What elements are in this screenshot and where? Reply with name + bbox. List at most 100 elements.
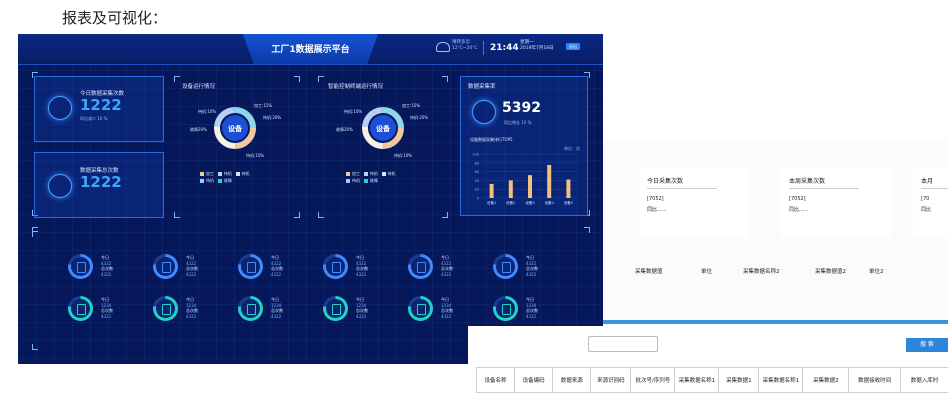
donut-legend: 加工 待机 待机 [200, 171, 250, 177]
y-tick-label: 20 [475, 188, 479, 192]
gauge-ring [493, 296, 518, 321]
collect-rate-compare: 同比增长 10 % [504, 120, 532, 125]
device-icon [502, 304, 511, 315]
device-icon [417, 304, 426, 315]
gauge-ring [68, 254, 93, 279]
donut-center-label: 设备 [228, 124, 243, 133]
bar [489, 183, 494, 198]
web-table-screenshot: 搜 索 设备名称 设备编码 数据来源 来源识别码 批次号/序列号 采集数据名称1 采集数据1… [468, 326, 948, 407]
weather-info: 晴转多云 12℃~20℃ [452, 40, 478, 51]
panel-title: 设备运行情况 [182, 84, 216, 90]
column-label: 采集数据值 [635, 269, 663, 275]
y-tick-label: 0 [477, 197, 479, 201]
table-header-cell: 批次号/序列号 [631, 368, 676, 392]
gauge-ring [408, 296, 433, 321]
x-tick-label: 设备5 [564, 200, 573, 205]
bar [566, 179, 571, 198]
device-icon [247, 304, 256, 315]
bar [508, 180, 513, 198]
top5-bar-chart: 100 80 60 40 20 0 设备1 设备2 设备3 设备4 设备5 [472, 153, 578, 205]
gauge-ring [238, 296, 263, 321]
stat-card: 本月 [70 同比 [913, 168, 948, 238]
donut-label: 加工:15% [254, 103, 273, 108]
date-info: 星期一 2019年7月18日 [520, 40, 554, 51]
gauge-info: 今日 4322 总次数 4322 [526, 255, 538, 277]
column-label: 单位 [701, 269, 713, 275]
column-label: 单位2 [869, 269, 884, 275]
collect-rate-value: 5392 [502, 100, 541, 116]
gauge-info: 今日 4322 总次数 4322 [356, 255, 368, 277]
gauge-ring [493, 254, 518, 279]
search-input[interactable] [588, 336, 658, 352]
gauge-ring [323, 296, 348, 321]
stat-card: 本周采集次数 [7052] 同比...... [781, 168, 891, 238]
terminal-donut: 设备 [362, 107, 404, 149]
donut-label: 待机:10% [246, 153, 265, 158]
clock: 21:44 [490, 43, 519, 53]
device-icon [162, 304, 171, 315]
donut-legend: 加工 待机 待机 [346, 171, 396, 177]
device-icon [502, 262, 511, 273]
gauge-ring [153, 296, 178, 321]
table-header-cell: 数据接收时间 [849, 368, 902, 392]
gauge-info: 今日 1234 总次数 4322 [526, 297, 538, 319]
gauge-info: 今日 1234 总次数 4322 [356, 297, 368, 319]
donut-label: 待机:20% [263, 115, 282, 120]
today-collect-value: 1222 [80, 96, 122, 114]
donut-legend: 待机 故障 [200, 178, 232, 184]
gauge-info: 今日 1234 总次数 4322 [186, 297, 198, 319]
gauge-info: 今日 1234 总次数 4322 [441, 297, 453, 319]
stethoscope-icon [48, 96, 72, 120]
dashboard-title: 工厂1数据展示平台 [271, 45, 350, 55]
device-icon [77, 262, 86, 273]
gauge-info: 今日 4322 总次数 4322 [186, 255, 198, 277]
donut-center-label: 设备 [376, 124, 391, 133]
y-tick-label: 100 [472, 153, 479, 157]
column-label: 采集数据名称2 [743, 269, 780, 275]
today-collect-compare: 同比减少 10 % [80, 116, 108, 121]
gauge-info: 今日 4322 总次数 4322 [101, 255, 113, 277]
gauge-info: 今日 4322 总次数 4322 [441, 255, 453, 277]
cloud-icon [436, 42, 450, 52]
x-tick-label: 设备3 [525, 200, 534, 205]
table-header-cell: 采集数据2 [803, 368, 850, 392]
x-tick-label: 设备4 [545, 200, 555, 205]
panel-title: 智能控制终端运行情况 [328, 84, 384, 90]
x-tick-label: 设备2 [506, 200, 515, 205]
web-ui-screenshot: 今日采集次数 [7052] 同比...... 本周采集次数 [7052] 同比.… [603, 140, 948, 340]
table-header-cell: 采集数据名称1 [675, 368, 720, 392]
y-tick-label: 60 [475, 170, 479, 174]
donut-label: 故障20% [190, 127, 207, 132]
dashboard-screenshot: 工厂1数据展示平台 晴转多云 12℃~20℃ 21:44 星期一 2019年7月… [18, 34, 603, 364]
table-header-cell: 来源识别码 [591, 368, 632, 392]
gauge-ring [68, 296, 93, 321]
panel-title: 数据采集率 [468, 84, 496, 90]
device-icon [332, 262, 341, 273]
device-icon [77, 304, 86, 315]
gauge-ring [238, 254, 263, 279]
divider [483, 41, 484, 55]
stethoscope-icon [48, 174, 72, 198]
gauge-info: 今日 4322 总次数 4322 [271, 255, 283, 277]
donut-label: 待机:10% [198, 109, 217, 114]
document-heading: 报表及可视化： [62, 9, 168, 27]
gauge-info: 今日 1234 总次数 4322 [271, 297, 283, 319]
equipment-donut: 设备 [214, 107, 256, 149]
device-icon [332, 304, 341, 315]
divider [603, 320, 948, 324]
search-button[interactable]: 搜 索 [906, 338, 948, 352]
device-icon [247, 262, 256, 273]
column-label: 采集数据值2 [815, 269, 846, 275]
device-icon [162, 262, 171, 273]
gauge-ring [153, 254, 178, 279]
table-header-cell: 采集数据1 [719, 368, 760, 392]
logout-button[interactable]: 退出 [566, 43, 580, 50]
table-header-cell: 采集数据名称1 [759, 368, 804, 392]
bar [528, 175, 532, 198]
donut-label: 待机:10% [394, 153, 413, 158]
total-collect-value: 1222 [80, 173, 122, 191]
table-header-cell: 设备名称 [477, 368, 516, 392]
device-icon [417, 262, 426, 273]
bar [547, 165, 552, 198]
gauge-info: 今日 1234 总次数 4322 [101, 297, 113, 319]
